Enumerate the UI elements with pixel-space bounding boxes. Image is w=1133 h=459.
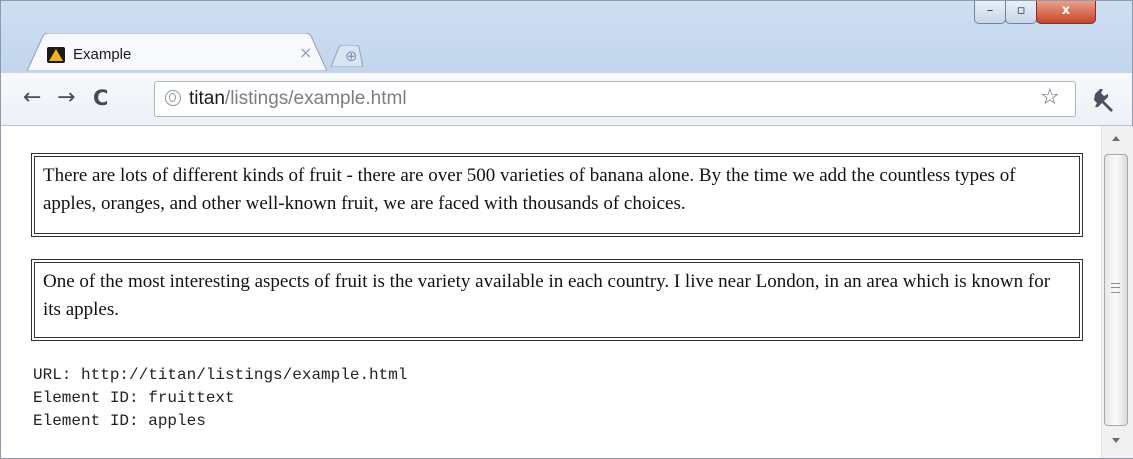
- tab-strip: Example × ⊕ – ▫ x: [1, 1, 1132, 73]
- scroll-up-icon[interactable]: [1112, 136, 1120, 141]
- minimize-icon: –: [986, 3, 994, 18]
- window-controls: – ▫ x: [974, 1, 1122, 27]
- close-icon: x: [1061, 3, 1071, 18]
- url-text[interactable]: titan/listings/example.html: [189, 88, 407, 110]
- back-arrow-icon[interactable]: ←: [23, 84, 41, 112]
- scrollbar-thumb[interactable]: [1104, 154, 1128, 426]
- grip-icon: [1111, 283, 1120, 293]
- maximize-icon: ▫: [1016, 3, 1026, 18]
- page-content: There are lots of different kinds of fru…: [1, 126, 1101, 458]
- log-line: Element ID: fruittext: [33, 389, 235, 407]
- log-line: URL: http://titan/listings/example.html: [33, 366, 408, 384]
- tab-shape: [27, 33, 327, 71]
- url-path: /listings/example.html: [224, 88, 407, 109]
- scroll-down-icon[interactable]: [1112, 438, 1120, 443]
- maximize-button[interactable]: ▫: [1005, 1, 1037, 24]
- tab-example[interactable]: Example ×: [27, 33, 327, 71]
- tab-close-icon[interactable]: ×: [299, 43, 312, 62]
- globe-icon: [165, 90, 181, 106]
- log-output: URL: http://titan/listings/example.html E…: [33, 364, 407, 433]
- minimize-button[interactable]: –: [974, 1, 1006, 24]
- tab-title: Example: [73, 46, 132, 63]
- wrench-icon[interactable]: [1091, 87, 1117, 113]
- paragraph-apples: One of the most interesting aspects of f…: [31, 259, 1083, 341]
- forward-arrow-icon[interactable]: →: [57, 84, 75, 112]
- reload-icon[interactable]: C: [93, 84, 108, 112]
- browser-window: Example × ⊕ – ▫ x ← → C titan/listings/e…: [0, 0, 1133, 459]
- paragraph-fruittext: There are lots of different kinds of fru…: [31, 153, 1083, 237]
- new-tab-icon: ⊕: [345, 47, 358, 65]
- address-bar[interactable]: titan/listings/example.html ☆: [154, 81, 1076, 117]
- new-tab-button[interactable]: ⊕: [330, 44, 364, 68]
- star-icon[interactable]: ☆: [1040, 85, 1060, 110]
- close-window-button[interactable]: x: [1036, 1, 1096, 24]
- app-favicon-icon: [47, 47, 65, 63]
- vertical-scrollbar[interactable]: [1101, 126, 1133, 458]
- log-line: Element ID: apples: [33, 412, 206, 430]
- browser-toolbar: ← → C titan/listings/example.html ☆: [1, 73, 1132, 126]
- url-host: titan: [189, 88, 225, 109]
